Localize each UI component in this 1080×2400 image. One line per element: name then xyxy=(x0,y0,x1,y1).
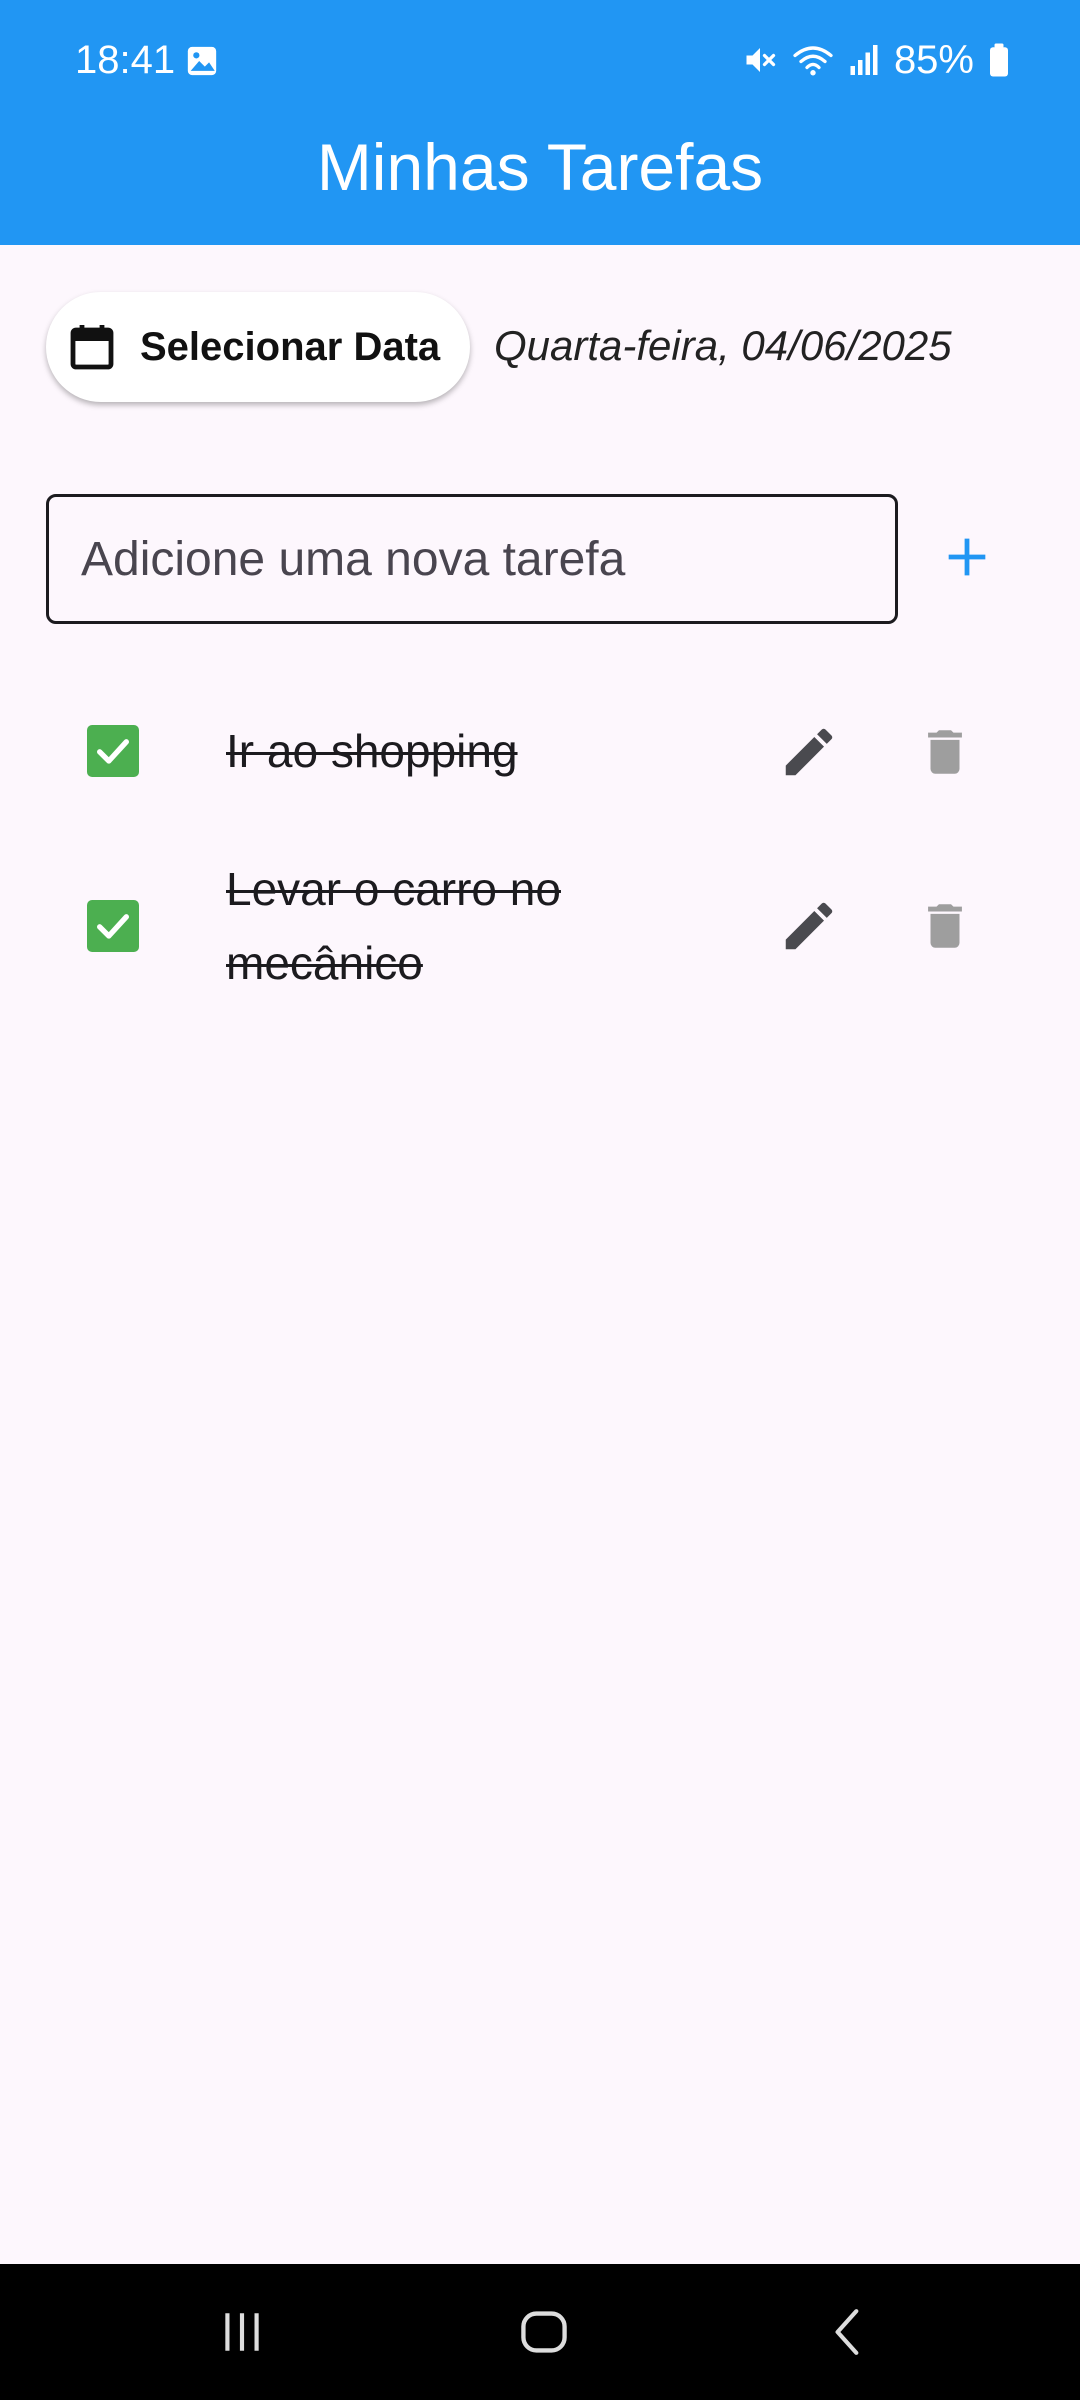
system-navigation-bar xyxy=(0,2264,1080,2400)
checkmark-icon xyxy=(97,739,129,764)
photo-icon xyxy=(187,46,217,76)
select-date-label: Selecionar Data xyxy=(140,325,441,369)
task-title: Ir ao shopping xyxy=(226,725,518,777)
calendar-icon xyxy=(70,325,114,370)
page-title: Minhas Tarefas xyxy=(316,130,764,204)
task-checkbox[interactable] xyxy=(87,900,139,952)
add-task-button[interactable] xyxy=(930,520,1004,594)
select-date-button[interactable]: Selecionar Data xyxy=(46,292,470,402)
recent-apps-icon xyxy=(225,2313,259,2351)
back-icon xyxy=(835,2309,859,2355)
status-time: 18:41 xyxy=(75,38,176,82)
task-checkbox[interactable] xyxy=(87,725,139,777)
status-bar: 18:41 85% xyxy=(0,0,1080,120)
battery-percentage: 85% xyxy=(893,38,974,82)
battery-icon xyxy=(990,43,1008,77)
delete-icon[interactable] xyxy=(916,721,974,783)
edit-icon[interactable] xyxy=(778,721,840,783)
checkmark-icon xyxy=(97,914,129,939)
app-bar: 18:41 85% Minhas Tarefas xyxy=(0,0,1080,245)
signal-icon xyxy=(850,45,878,75)
edit-icon[interactable] xyxy=(778,895,840,957)
wifi-icon xyxy=(793,46,833,76)
status-icons: 85% xyxy=(742,36,1010,84)
back-button[interactable] xyxy=(768,2264,928,2400)
home-button[interactable] xyxy=(464,2264,624,2400)
delete-icon[interactable] xyxy=(916,895,974,957)
home-icon xyxy=(521,2311,567,2353)
selected-date-text: Quarta-feira, 04/06/2025 xyxy=(494,322,952,369)
task-title: Levar o carro no mecânico xyxy=(226,863,561,989)
task-item: Levar o carro no mecânico xyxy=(0,852,1080,1000)
plus-icon xyxy=(948,538,986,576)
mute-icon xyxy=(746,48,776,72)
task-item: Ir ao shopping xyxy=(0,700,1080,804)
recent-apps-button[interactable] xyxy=(162,2264,322,2400)
new-task-input[interactable] xyxy=(46,494,898,624)
